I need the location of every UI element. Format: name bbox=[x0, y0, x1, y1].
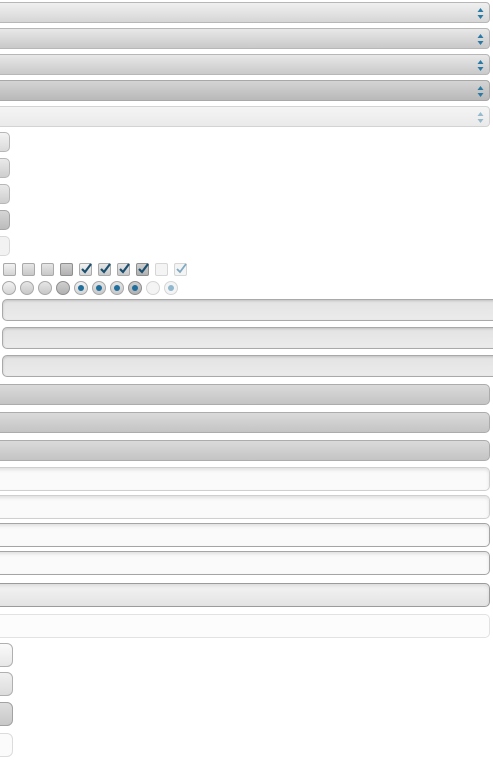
checkbox-checked-disabled[interactable] bbox=[174, 263, 187, 276]
checkbox-unchecked-active[interactable] bbox=[60, 263, 73, 276]
select-normal[interactable] bbox=[0, 2, 490, 23]
text-field-pressed[interactable] bbox=[0, 583, 490, 607]
radio-selected-focused[interactable] bbox=[110, 281, 124, 295]
text-field-disabled[interactable] bbox=[0, 614, 490, 638]
radio-dot-icon bbox=[78, 285, 84, 291]
select-active[interactable] bbox=[0, 80, 490, 101]
up-down-arrows-icon bbox=[477, 7, 484, 20]
button-disabled[interactable] bbox=[0, 733, 13, 757]
button-normal[interactable] bbox=[0, 643, 13, 667]
radio-dot-icon bbox=[96, 285, 102, 291]
radio-unselected-hover[interactable] bbox=[20, 281, 34, 295]
progress-track-hover bbox=[2, 327, 493, 349]
checkmark-icon bbox=[138, 263, 149, 274]
slider-thumb-disabled[interactable] bbox=[0, 236, 10, 256]
checkbox-checked-focused[interactable] bbox=[117, 263, 130, 276]
checkmark-icon bbox=[119, 263, 130, 274]
checkmark-icon bbox=[176, 263, 187, 274]
checkbox-unchecked-normal[interactable] bbox=[3, 263, 16, 276]
radio-unselected-disabled[interactable] bbox=[146, 281, 160, 295]
button-hover[interactable] bbox=[0, 672, 13, 696]
radio-unselected-normal[interactable] bbox=[2, 281, 16, 295]
checkbox-unchecked-hover[interactable] bbox=[22, 263, 35, 276]
raised-bar-normal[interactable] bbox=[0, 384, 490, 405]
progress-track-focused bbox=[2, 355, 493, 377]
raised-bar-active[interactable] bbox=[0, 440, 490, 461]
checkbox-checked-normal[interactable] bbox=[79, 263, 92, 276]
checkbox-unchecked-disabled[interactable] bbox=[155, 263, 168, 276]
up-down-arrows-icon bbox=[477, 111, 484, 124]
progress-track-normal bbox=[2, 299, 493, 321]
slider-thumb-normal[interactable] bbox=[0, 132, 10, 152]
radio-dot-icon bbox=[114, 285, 120, 291]
checkmark-icon bbox=[100, 263, 111, 274]
up-down-arrows-icon bbox=[477, 59, 484, 72]
raised-bar-hover[interactable] bbox=[0, 412, 490, 433]
checkbox-checked-active[interactable] bbox=[136, 263, 149, 276]
radio-dot-icon bbox=[132, 285, 138, 291]
button-active[interactable] bbox=[0, 702, 13, 726]
slider-thumb-active[interactable] bbox=[0, 210, 10, 230]
select-focused[interactable] bbox=[0, 54, 490, 75]
slider-thumb-hover[interactable] bbox=[0, 158, 10, 178]
radio-unselected-active[interactable] bbox=[56, 281, 70, 295]
radio-unselected-focused[interactable] bbox=[38, 281, 52, 295]
checkbox-checked-hover[interactable] bbox=[98, 263, 111, 276]
radio-dot-icon bbox=[168, 285, 174, 291]
radio-selected-disabled[interactable] bbox=[164, 281, 178, 295]
text-field-focused[interactable] bbox=[0, 523, 490, 547]
text-field-active[interactable] bbox=[0, 551, 490, 575]
up-down-arrows-icon bbox=[477, 85, 484, 98]
slider-thumb-focused[interactable] bbox=[0, 184, 10, 204]
text-field-normal[interactable] bbox=[0, 467, 490, 491]
checkbox-unchecked-focused[interactable] bbox=[41, 263, 54, 276]
select-disabled[interactable] bbox=[0, 106, 490, 127]
radio-selected-normal[interactable] bbox=[74, 281, 88, 295]
up-down-arrows-icon bbox=[477, 33, 484, 46]
radio-selected-active[interactable] bbox=[128, 281, 142, 295]
text-field-hover[interactable] bbox=[0, 495, 490, 519]
checkmark-icon bbox=[81, 263, 92, 274]
select-hover[interactable] bbox=[0, 28, 490, 49]
radio-selected-hover[interactable] bbox=[92, 281, 106, 295]
